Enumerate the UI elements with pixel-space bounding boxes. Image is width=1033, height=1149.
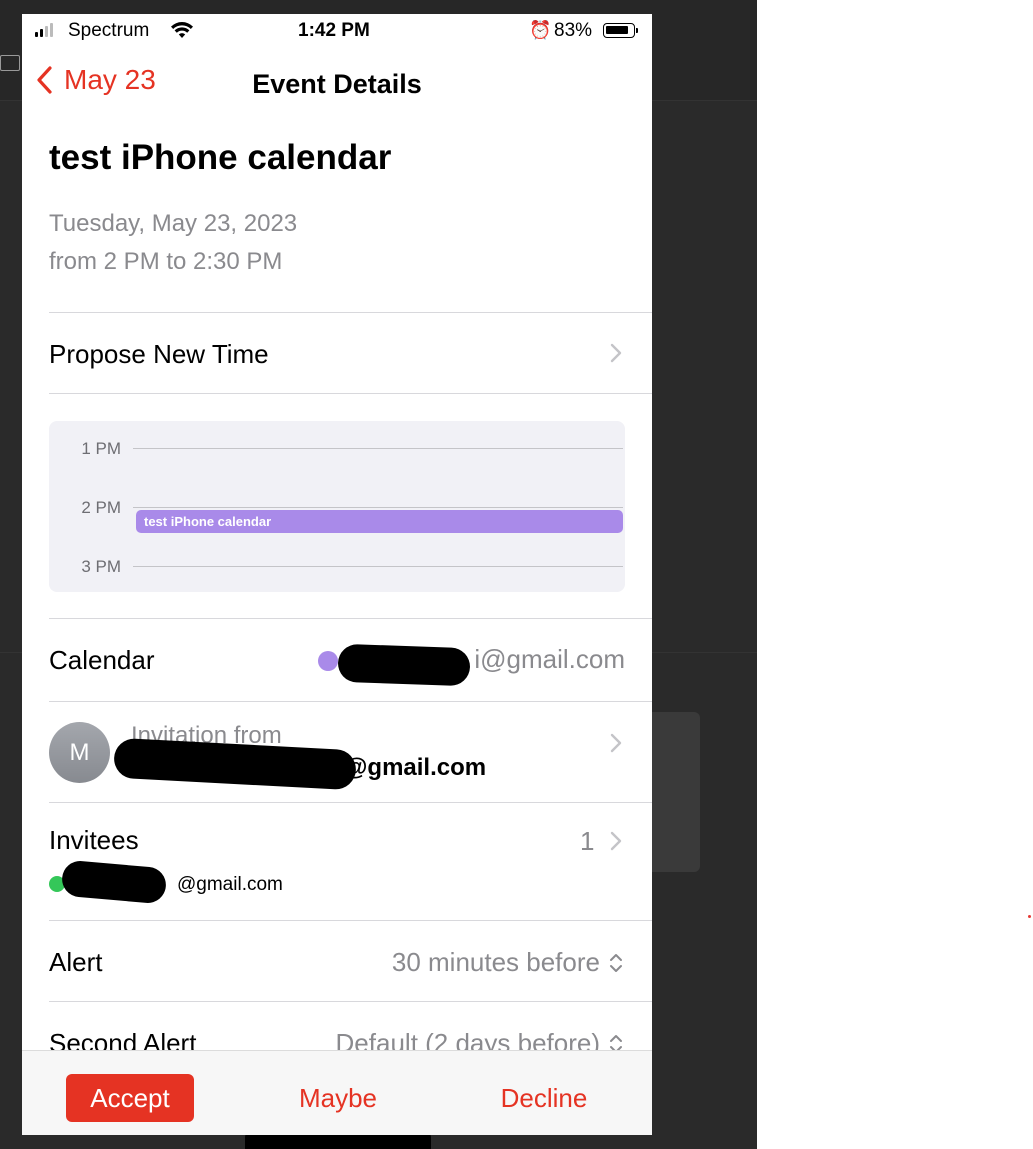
chevron-right-icon	[610, 733, 622, 753]
cellular-signal-icon	[35, 23, 53, 37]
hour-gridline	[133, 507, 623, 508]
background-thumbnail	[652, 712, 700, 872]
red-dot-marker	[1028, 915, 1031, 918]
calendar-color-dot	[318, 651, 338, 671]
redaction-mark	[337, 643, 471, 687]
navigation-bar: May 23 Event Details	[22, 50, 652, 110]
divider	[49, 393, 652, 394]
wifi-icon	[170, 20, 194, 46]
hour-label: 2 PM	[81, 498, 121, 517]
event-time-range: from 2 PM to 2:30 PM	[49, 248, 283, 275]
propose-new-time-row[interactable]: Propose New Time	[22, 313, 652, 393]
alarm-icon: ⏰	[529, 20, 552, 40]
hour-label: 1 PM	[81, 439, 121, 458]
invitee-email: @gmail.com	[177, 874, 283, 895]
chevron-up-down-icon	[610, 953, 622, 972]
chevron-right-icon	[610, 343, 622, 363]
hour-gridline	[133, 448, 623, 449]
alert-row[interactable]: Alert 30 minutes before	[22, 921, 652, 1001]
home-indicator-area	[245, 1133, 431, 1149]
preview-event-block: test iPhone calendar	[136, 510, 623, 533]
event-date: Tuesday, May 23, 2023	[49, 210, 298, 237]
organizer-email: @gmail.com	[344, 754, 487, 781]
background-folder-icon	[0, 55, 20, 71]
calendar-account-email: i@gmail.com	[474, 644, 625, 674]
invitees-row[interactable]: Invitees	[22, 803, 652, 920]
day-schedule-preview: 1 PM 2 PM test iPhone calendar 3 PM	[49, 421, 625, 592]
invitees-label: Invitees	[49, 825, 139, 855]
battery-icon	[603, 23, 638, 38]
propose-new-time-label: Propose New Time	[49, 339, 269, 369]
phone-screen: Spectrum 1:42 PM ⏰ 83% May 23 Event Deta…	[22, 14, 652, 1135]
page-title: Event Details	[252, 69, 422, 99]
alert-label: Alert	[49, 947, 103, 977]
response-toolbar: Accept Maybe Decline	[22, 1050, 652, 1135]
organizer-avatar: M	[49, 722, 110, 783]
hour-label: 3 PM	[81, 557, 121, 576]
calendar-label: Calendar	[49, 645, 155, 675]
carrier-name: Spectrum	[68, 20, 150, 41]
invitees-count: 1	[580, 826, 595, 856]
status-bar: Spectrum 1:42 PM ⏰ 83%	[22, 14, 652, 50]
status-time: 1:42 PM	[298, 20, 370, 41]
decline-button[interactable]: Decline	[482, 1074, 606, 1122]
maybe-button[interactable]: Maybe	[273, 1074, 403, 1122]
alert-picker[interactable]: 30 minutes before	[392, 947, 623, 978]
event-title: test iPhone calendar	[49, 138, 392, 177]
battery-percentage: 83%	[554, 20, 593, 41]
accept-button[interactable]: Accept	[66, 1074, 194, 1122]
alert-value: 30 minutes before	[391, 947, 600, 977]
hour-gridline	[133, 566, 623, 567]
chevron-right-icon	[610, 831, 622, 851]
